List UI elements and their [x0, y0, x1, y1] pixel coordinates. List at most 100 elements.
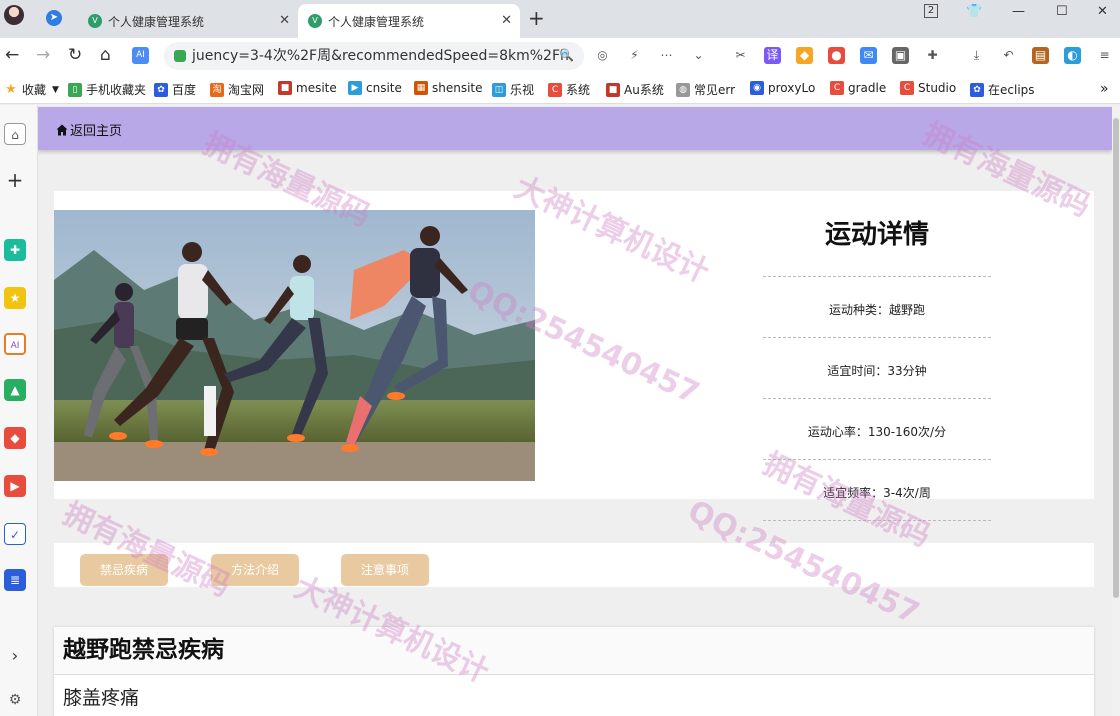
- pinned-tab-icon[interactable]: ➤: [46, 10, 62, 26]
- tab-title: 个人健康管理系统: [108, 14, 205, 29]
- site-security-icon[interactable]: [174, 50, 186, 62]
- home-icon[interactable]: ⌂: [100, 45, 111, 65]
- more-dots-icon[interactable]: ⋯: [658, 47, 675, 64]
- menu-icon[interactable]: ≡: [1096, 47, 1113, 64]
- bookmark-item[interactable]: C Studio: [900, 81, 956, 95]
- translate-icon[interactable]: 译: [764, 47, 781, 64]
- c-logo-icon: C: [900, 81, 914, 95]
- detail-title: 运动详情: [763, 205, 991, 277]
- home-icon[interactable]: ⌂: [4, 123, 26, 145]
- toolbox-icon[interactable]: ▤: [1032, 47, 1049, 64]
- lightning-icon[interactable]: ⚡: [626, 47, 643, 64]
- caret-down-icon: ▼: [52, 84, 59, 95]
- chevron-down-icon[interactable]: ⌄: [690, 47, 707, 64]
- weibo-icon[interactable]: ●: [828, 47, 845, 64]
- minimize-icon[interactable]: —: [1012, 4, 1025, 19]
- extensions-puzzle-icon[interactable]: ✚: [924, 47, 941, 64]
- shirt-icon[interactable]: 👕: [966, 4, 982, 19]
- image-ai-icon[interactable]: ▲: [4, 379, 26, 401]
- grid-icon: ▦: [414, 81, 428, 95]
- bookmark-item[interactable]: Cgradle: [830, 81, 886, 95]
- window-close-icon[interactable]: ✕: [1097, 4, 1108, 19]
- app-icon[interactable]: ✚: [4, 239, 26, 261]
- bookmark-favorites[interactable]: ★ 收藏 ▼: [4, 81, 59, 98]
- browser-logo-icon[interactable]: ◐: [1064, 47, 1081, 64]
- back-icon[interactable]: ←: [5, 45, 19, 65]
- profile-avatar[interactable]: [4, 5, 24, 25]
- detail-tabs-strip: 禁忌疾病 方法介绍 注意事项: [54, 543, 1094, 587]
- reader-icon[interactable]: ▣: [892, 47, 909, 64]
- check-ai-icon[interactable]: ✓: [4, 523, 26, 545]
- settings-gear-icon[interactable]: ⚙: [4, 689, 26, 711]
- maximize-icon[interactable]: ☐: [1056, 4, 1068, 19]
- url-field[interactable]: juency=3-4次%2F周&recommendedSpeed=8km%2Fh: [164, 42, 584, 70]
- trail-running-photo: [54, 210, 535, 481]
- tab-contraindications[interactable]: 禁忌疾病: [80, 554, 168, 586]
- star-app-icon[interactable]: ★: [4, 287, 26, 309]
- c-logo-icon: C: [548, 82, 562, 97]
- tab-count-badge[interactable]: 2: [924, 4, 938, 18]
- pdf-ai-icon[interactable]: ◆: [4, 427, 26, 449]
- globe-icon: ◍: [676, 82, 690, 97]
- close-tab-icon[interactable]: ✕: [279, 13, 290, 28]
- tv-icon: ◫: [492, 82, 506, 97]
- bookmark-item[interactable]: C 系统: [548, 81, 590, 98]
- bookmark-item[interactable]: ■ Au系统: [606, 81, 664, 98]
- top-navigation-bar: 返回主页: [38, 107, 1112, 150]
- mail-icon[interactable]: ✉: [860, 47, 877, 64]
- bookmark-item[interactable]: ◉ proxyLo: [750, 81, 815, 95]
- bookmark-item[interactable]: 淘淘宝网: [210, 81, 264, 98]
- bookmark-item[interactable]: ◍ 常见err: [676, 81, 735, 98]
- proxy-icon: ◉: [750, 81, 764, 95]
- browser-tab[interactable]: V 个人健康管理系统 ✕: [78, 4, 298, 38]
- address-bar-row: ← → ↻ ⌂ AI juency=3-4次%2F周&recommendedSp…: [0, 38, 1120, 74]
- zoom-search-icon[interactable]: 🔍: [558, 47, 575, 64]
- browser-tab-bar: ➤ V 个人健康管理系统 ✕ V 个人健康管理系统 ✕ + 2 👕 — ☐ ✕: [0, 0, 1120, 38]
- close-tab-icon[interactable]: ✕: [501, 13, 512, 28]
- bookmark-item[interactable]: ■ mesite: [278, 81, 337, 95]
- site-icon: ■: [606, 82, 620, 97]
- download-icon[interactable]: ⤓: [968, 47, 985, 64]
- vue-favicon-icon: V: [88, 14, 102, 28]
- doc-ai-icon[interactable]: ≣: [4, 569, 26, 591]
- back-home-label: 返回主页: [70, 124, 123, 139]
- bookmark-item[interactable]: ◫ 乐视: [492, 81, 534, 98]
- bookmarks-more-icon[interactable]: »: [1100, 81, 1109, 97]
- browser-tab-active[interactable]: V 个人健康管理系统 ✕: [298, 4, 520, 38]
- tab-method-intro[interactable]: 方法介绍: [211, 554, 299, 586]
- page-scrollbar-thumb[interactable]: [1113, 118, 1119, 598]
- vue-favicon-icon: V: [308, 14, 322, 28]
- back-home-link[interactable]: 返回主页: [56, 120, 122, 139]
- ai-extension-icon[interactable]: AI: [132, 47, 149, 64]
- play-icon: ▶: [348, 81, 362, 95]
- phone-icon: ▯: [68, 82, 82, 97]
- game-icon[interactable]: ◆: [796, 47, 813, 64]
- forward-icon[interactable]: →: [36, 45, 50, 65]
- video-ai-icon[interactable]: ▶: [4, 475, 26, 497]
- exercise-info-panel: 运动详情 运动种类：越野跑 适宜时间：33分钟 运动心率：130-160次/分 …: [763, 205, 991, 582]
- collapse-sidebar-icon[interactable]: ›: [4, 645, 26, 667]
- contraindications-section: 越野跑禁忌疾病 膝盖疼痛: [54, 627, 1094, 716]
- bookmark-item[interactable]: ✿ 在eclips: [970, 81, 1035, 98]
- taobao-icon: 淘: [210, 82, 224, 97]
- bookmark-item[interactable]: ▦ shensite: [414, 81, 483, 95]
- info-row-frequency: 适宜频率：3-4次/周: [763, 460, 991, 521]
- add-icon[interactable]: +: [4, 169, 26, 191]
- trail-running-illustration: [54, 210, 535, 481]
- star-icon: ★: [5, 81, 17, 97]
- browser-sidebar: ⌂ + ✚ ★ AI ▲ ◆ ▶ ✓ ≣ › ⚙: [0, 105, 38, 716]
- section-heading: 越野跑禁忌疾病: [54, 627, 1094, 675]
- new-tab-plus-icon[interactable]: +: [528, 6, 545, 30]
- bookmark-item[interactable]: ✿ 百度: [154, 81, 196, 98]
- cut-icon[interactable]: ✂: [732, 47, 749, 64]
- bookmark-item[interactable]: ▶ cnsite: [348, 81, 402, 95]
- bookmark-item[interactable]: ▯ 手机收藏夹: [68, 81, 146, 98]
- compass-icon[interactable]: ◎: [594, 47, 611, 64]
- info-row-type: 运动种类：越野跑: [763, 277, 991, 338]
- undo-icon[interactable]: ↶: [1000, 47, 1017, 64]
- info-row-duration: 适宜时间：33分钟: [763, 338, 991, 399]
- reload-icon[interactable]: ↻: [68, 45, 82, 65]
- ai-app-icon[interactable]: AI: [4, 333, 26, 355]
- home-icon: [56, 124, 68, 135]
- tab-precautions[interactable]: 注意事项: [341, 554, 429, 586]
